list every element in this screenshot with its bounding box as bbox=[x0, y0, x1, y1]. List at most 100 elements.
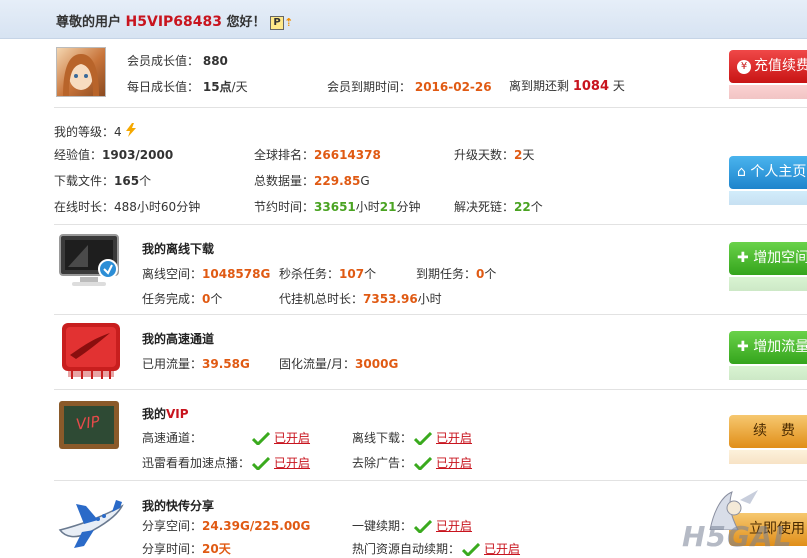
home-icon: ⌂ bbox=[737, 164, 746, 180]
exp-label: 经验值： bbox=[54, 148, 103, 162]
share-time-label: 分享时间： bbox=[142, 542, 203, 556]
highspeed-status: 已开启 bbox=[252, 429, 310, 446]
renew-button[interactable]: 续 费 bbox=[729, 415, 807, 448]
expire-label: 会员到期时间： bbox=[327, 80, 412, 94]
express-channel-icon bbox=[58, 321, 124, 384]
download-label: 下载文件： bbox=[54, 174, 115, 188]
share-time-value: 20天 bbox=[202, 542, 231, 556]
total-label: 总数据量： bbox=[254, 174, 315, 188]
level-row: 我的等级：4 bbox=[54, 123, 137, 140]
renew-status: 已开启 bbox=[414, 517, 472, 534]
vip-badge-icon: P bbox=[270, 15, 285, 30]
online-row: 在线时长：488小时60分钟 bbox=[54, 198, 200, 215]
share-time-row: 分享时间：20天 bbox=[142, 540, 231, 557]
expire-row: 会员到期时间： 2016-02-26 bbox=[327, 78, 492, 95]
online-value: 488小时60分钟 bbox=[114, 200, 201, 214]
updays-label: 升级天数： bbox=[454, 148, 515, 162]
avatar-portrait-icon bbox=[63, 54, 99, 96]
express-title: 我的高速通道 bbox=[142, 332, 215, 346]
watermark-text: H5GAL bbox=[682, 520, 793, 553]
share-space-value: 24.39G/225.00G bbox=[202, 519, 311, 533]
plus-icon: ✚ bbox=[737, 250, 749, 266]
hang-value: 7353.96 bbox=[363, 292, 418, 306]
remain-label: 离到期还剩 bbox=[509, 79, 570, 93]
homepage-button[interactable]: ⌂ 个人主页 bbox=[729, 156, 807, 189]
offline-label: 离线下载： bbox=[352, 431, 413, 445]
vip-title-vip: VIP bbox=[166, 407, 189, 421]
remain-unit: 天 bbox=[612, 79, 625, 93]
auto-renew-status-link[interactable]: 已开启 bbox=[484, 542, 520, 556]
download-unit: 个 bbox=[139, 174, 152, 188]
growth-value: 880 bbox=[202, 54, 228, 68]
saved-minutes-unit: 分钟 bbox=[396, 200, 421, 214]
noad-status: 已开启 bbox=[414, 454, 472, 471]
expire-task-row: 到期任务：0个 bbox=[416, 265, 496, 282]
lightning-icon bbox=[126, 123, 137, 137]
greeting-suffix: 您好！ bbox=[226, 15, 266, 30]
done-label: 任务完成： bbox=[142, 292, 203, 306]
share-title: 我的快传分享 bbox=[142, 499, 215, 513]
expire-task-unit: 个 bbox=[484, 267, 497, 281]
offline-space-row: 离线空间：1048578G bbox=[142, 265, 270, 282]
total-data-row: 总数据量：229.85G bbox=[254, 172, 370, 189]
divider bbox=[54, 314, 807, 315]
add-flow-reflection bbox=[729, 366, 807, 380]
username[interactable]: H5VIP68483 bbox=[126, 14, 222, 30]
saved-label: 节约时间： bbox=[254, 200, 315, 214]
auto-renew-status: 已开启 bbox=[462, 540, 520, 557]
offline-title: 我的离线下载 bbox=[142, 242, 215, 256]
accel-status-link[interactable]: 已开启 bbox=[274, 456, 310, 470]
hang-label: 代挂机总时长： bbox=[279, 292, 364, 306]
noad-status-link[interactable]: 已开启 bbox=[436, 456, 472, 470]
expire-task-label: 到期任务： bbox=[416, 267, 477, 281]
seckill-label: 秒杀任务： bbox=[279, 267, 340, 281]
accel-label: 迅雷看看加速点播： bbox=[142, 456, 251, 470]
vip-title-prefix: 我的 bbox=[142, 407, 167, 421]
saved-hours: 33651 bbox=[314, 200, 356, 214]
daily-label: 每日成长值： bbox=[127, 80, 200, 94]
renew-status-link[interactable]: 已开启 bbox=[436, 519, 472, 533]
daily-growth-row: 每日成长值： 15点/天 bbox=[127, 78, 248, 95]
used-flow-value: 39.58G bbox=[202, 357, 250, 371]
fixed-flow-label: 固化流量/月： bbox=[279, 357, 356, 371]
hang-unit: 小时 bbox=[417, 292, 442, 306]
add-space-button[interactable]: ✚ 增加空间 bbox=[729, 242, 807, 275]
download-value: 165 bbox=[114, 174, 140, 188]
offline-status-link[interactable]: 已开启 bbox=[436, 431, 472, 445]
total-unit: G bbox=[360, 174, 370, 188]
rank-value: 26614378 bbox=[314, 148, 381, 162]
growth-label: 会员成长值： bbox=[127, 54, 200, 68]
updays-unit: 天 bbox=[522, 148, 535, 162]
seckill-value: 107 bbox=[339, 267, 365, 281]
greeting-prefix: 尊敬的用户 bbox=[56, 15, 122, 30]
offline-space-value: 1048578G bbox=[202, 267, 271, 281]
homepage-label: 个人主页 bbox=[750, 164, 807, 180]
deadlink-label: 解决死链： bbox=[454, 200, 515, 214]
noad-label: 去除广告： bbox=[352, 456, 413, 470]
add-space-reflection bbox=[729, 277, 807, 291]
highspeed-status-link[interactable]: 已开启 bbox=[274, 431, 310, 445]
add-space-label: 增加空间 bbox=[753, 250, 807, 266]
check-icon bbox=[462, 543, 480, 556]
seckill-row: 秒杀任务：107个 bbox=[279, 265, 376, 282]
divider bbox=[54, 107, 807, 108]
offline-status: 已开启 bbox=[414, 429, 472, 446]
check-icon bbox=[252, 432, 270, 445]
level-value: 4 bbox=[114, 125, 122, 139]
add-flow-button[interactable]: ✚ 增加流量 bbox=[729, 331, 807, 364]
yen-icon: ¥ bbox=[737, 60, 751, 74]
chalkboard-text: VIP bbox=[74, 412, 101, 434]
exp-value: 1903/2000 bbox=[102, 148, 174, 162]
check-icon bbox=[252, 457, 270, 470]
download-row: 下载文件：165个 bbox=[54, 172, 151, 189]
avatar[interactable] bbox=[56, 47, 106, 97]
daily-value: 15点 bbox=[202, 80, 232, 94]
online-label: 在线时长： bbox=[54, 200, 115, 214]
divider bbox=[54, 389, 807, 390]
updays-row: 升级天数：2天 bbox=[454, 146, 534, 163]
divider bbox=[54, 224, 807, 225]
check-icon bbox=[414, 457, 432, 470]
offline-space-label: 离线空间： bbox=[142, 267, 203, 281]
accel-status: 已开启 bbox=[252, 454, 310, 471]
recharge-button[interactable]: ¥ 充值续费 bbox=[729, 50, 807, 83]
